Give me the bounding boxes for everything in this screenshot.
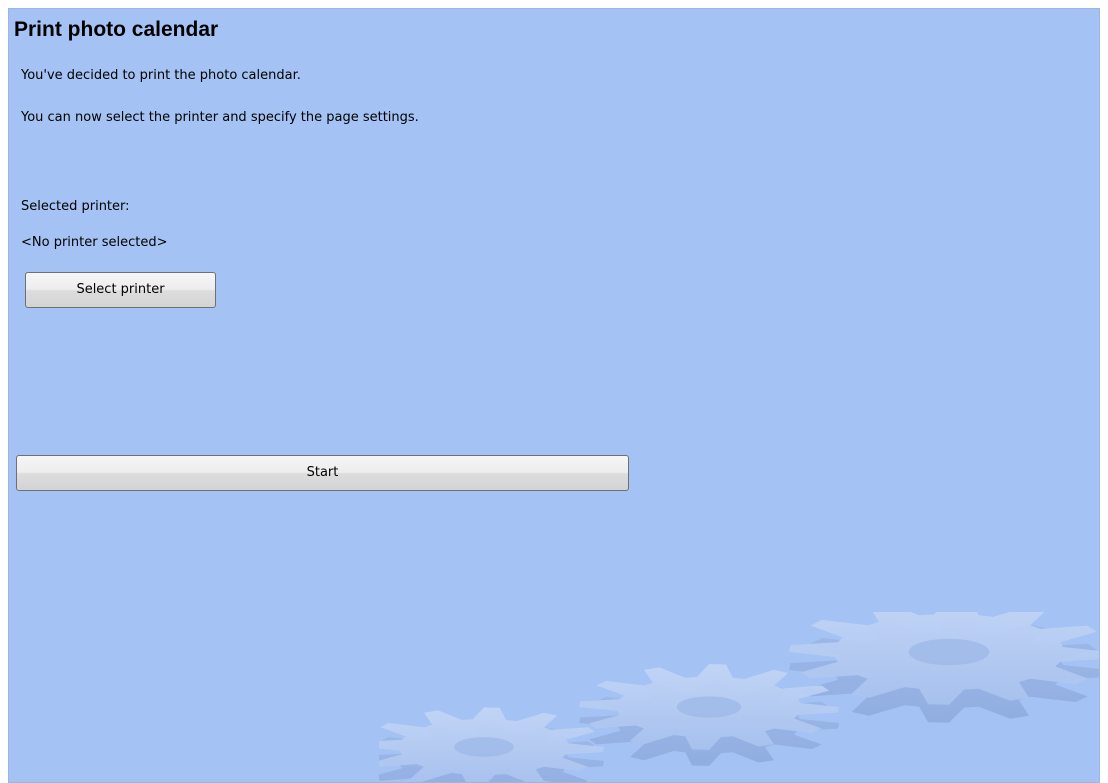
selected-printer-value: <No printer selected> bbox=[21, 235, 168, 250]
intro-text-line-1: You've decided to print the photo calend… bbox=[21, 68, 301, 83]
page-title: Print photo calendar bbox=[14, 18, 219, 41]
intro-text-line-2: You can now select the printer and speci… bbox=[21, 110, 419, 125]
print-calendar-panel: Print photo calendar You've decided to p… bbox=[8, 8, 1100, 783]
start-button[interactable]: Start bbox=[16, 455, 629, 491]
selected-printer-label: Selected printer: bbox=[21, 199, 130, 214]
gears-icon bbox=[379, 612, 1099, 782]
select-printer-button[interactable]: Select printer bbox=[25, 272, 216, 308]
